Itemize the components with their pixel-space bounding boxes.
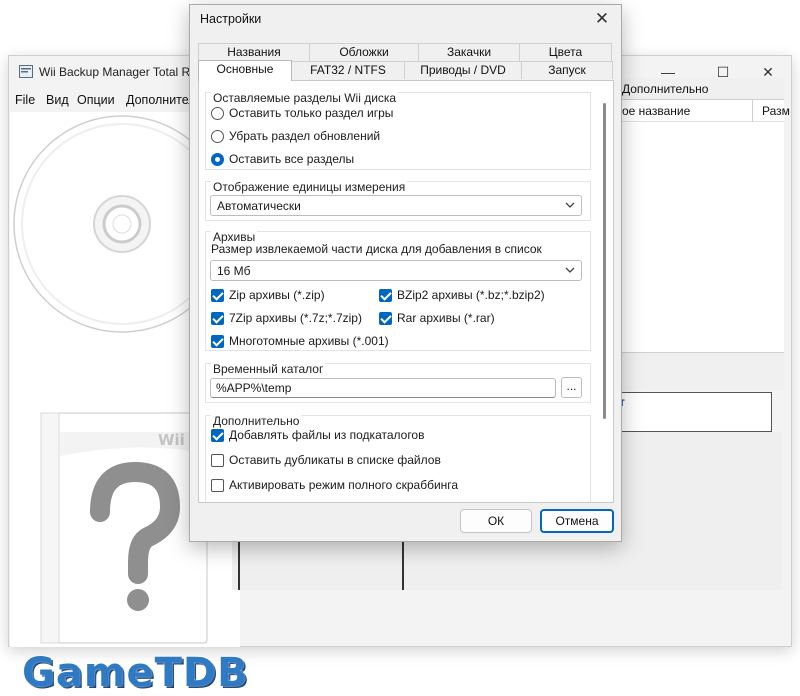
tab-page-general: Оставляемые разделы Wii диска Оставить т… xyxy=(198,80,614,503)
checkbox[interactable] xyxy=(211,479,224,492)
gametdb-logo: GameTDB xyxy=(22,650,249,696)
tab-covers[interactable]: Обложки xyxy=(309,43,419,61)
column-size[interactable]: Разм xyxy=(762,104,790,118)
temp-group-title: Временный каталог xyxy=(211,362,326,376)
checkbox[interactable] xyxy=(211,289,224,302)
dialog-title: Настройки xyxy=(200,12,262,26)
tab-colors[interactable]: Цвета xyxy=(519,43,612,61)
archives-group: Архивы Размер извлекаемой части диска дл… xyxy=(205,230,591,351)
close-icon[interactable]: ✕ xyxy=(587,6,617,32)
tab-drives-dvd[interactable]: Приводы / DVD xyxy=(404,61,522,79)
radio-label: Оставить только раздел игры xyxy=(229,106,394,120)
scrollbar[interactable] xyxy=(603,103,606,419)
radio-button[interactable] xyxy=(211,153,224,166)
cancel-button[interactable]: Отмена xyxy=(540,509,614,533)
checkbox-label: Многотомные архивы (*.001) xyxy=(229,334,389,348)
tab-names[interactable]: Названия xyxy=(198,43,310,61)
units-group: Отображение единицы измерения Автоматиче… xyxy=(205,180,591,221)
temp-path-input[interactable] xyxy=(211,379,555,397)
tab-downloads[interactable]: Закачки xyxy=(418,43,520,61)
radio-label: Оставить все разделы xyxy=(229,152,355,166)
browse-button[interactable]: ... xyxy=(561,377,582,398)
column-name[interactable]: ое название xyxy=(622,104,690,118)
checkbox[interactable] xyxy=(211,335,224,348)
units-select-value: Автоматически xyxy=(217,199,301,213)
units-select[interactable]: Автоматически xyxy=(210,195,582,216)
radio-button[interactable] xyxy=(211,130,224,143)
cover-wii-text: Wii xyxy=(158,431,185,449)
checkbox-label: Rar архивы (*.rar) xyxy=(397,311,495,325)
temp-path-field[interactable] xyxy=(210,378,556,398)
checkbox[interactable] xyxy=(211,454,224,467)
checkbox-label: Добавлять файлы из подкаталогов xyxy=(229,428,425,442)
tab-general[interactable]: Основные xyxy=(198,60,292,81)
partitions-group-title: Оставляемые разделы Wii диска xyxy=(211,91,399,105)
menu-file[interactable]: File xyxy=(15,93,35,107)
menu-options[interactable]: Опции xyxy=(77,93,115,107)
radio-label: Убрать раздел обновлений xyxy=(229,129,381,143)
settings-dialog: Настройки ✕ Названия Обложки Закачки Цве… xyxy=(189,4,622,542)
menu-view[interactable]: Вид xyxy=(46,93,69,107)
archive-size-select[interactable]: 16 Мб xyxy=(210,260,582,281)
main-window-title: Wii Backup Manager Total RU xyxy=(39,65,199,79)
tab-fat32-ntfs[interactable]: FAT32 / NTFS xyxy=(291,61,405,79)
checkbox[interactable] xyxy=(211,312,224,325)
extra-group-title: Дополнительно xyxy=(211,414,302,428)
archive-size-label: Размер извлекаемой части диска для добав… xyxy=(211,242,542,256)
checkbox[interactable] xyxy=(379,289,392,302)
chevron-down-icon xyxy=(565,267,575,273)
app-icon xyxy=(19,65,33,78)
temp-group: Временный каталог ... xyxy=(205,362,591,403)
checkbox-label: Оставить дубликаты в списке файлов xyxy=(229,453,441,467)
tab-launch[interactable]: Запуск xyxy=(521,61,613,79)
checkbox-label: Zip архивы (*.zip) xyxy=(229,288,325,302)
archive-size-value: 16 Мб xyxy=(217,264,251,278)
checkbox-label: 7Zip архивы (*.7z;*.7zip) xyxy=(229,311,362,325)
extra-group: Дополнительно Добавлять файлы из подката… xyxy=(205,414,591,502)
partitions-group: Оставляемые разделы Wii диска Оставить т… xyxy=(205,91,591,170)
checkbox[interactable] xyxy=(211,429,224,442)
radio-button[interactable] xyxy=(211,107,224,120)
checkbox-label: Активировать режим полного скраббинга xyxy=(229,478,459,492)
grid-header-label: Дополнительно xyxy=(622,82,709,96)
game-cover: Wii xyxy=(40,412,208,644)
ok-button[interactable]: ОК xyxy=(460,509,532,533)
chevron-down-icon xyxy=(565,202,575,208)
checkbox[interactable] xyxy=(379,312,392,325)
checkbox-label: BZip2 архивы (*.bz;*.bzip2) xyxy=(397,288,545,302)
units-group-title: Отображение единицы измерения xyxy=(211,180,408,194)
